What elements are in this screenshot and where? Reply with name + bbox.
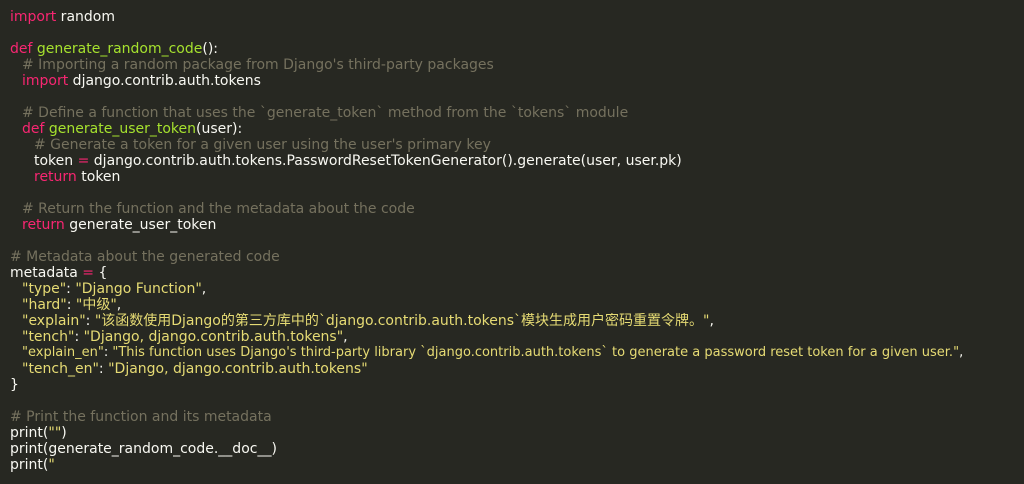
- code-line: def generate_user_token(user):: [10, 121, 1024, 137]
- code-text: {: [98, 265, 108, 281]
- dict-key: "tench_en": [22, 361, 99, 377]
- code-line: "hard": "中级",: [10, 297, 1024, 313]
- string-literal: "中级": [75, 297, 117, 313]
- dict-key: "hard": [22, 297, 67, 313]
- code-editor[interactable]: import random def generate_random_code()…: [0, 0, 1024, 484]
- code-text: ,: [959, 345, 964, 360]
- code-text: ,: [343, 329, 348, 345]
- dict-key: "explain": [22, 313, 86, 329]
- keyword: return: [22, 217, 65, 233]
- code-text: :: [85, 313, 95, 329]
- code-line: "explain_en": "This function uses Django…: [10, 345, 1024, 361]
- keyword: import: [22, 73, 69, 89]
- code-text: (user):: [196, 121, 243, 137]
- code-line: print(generate_random_code.__doc__): [10, 441, 1024, 457]
- keyword: def: [22, 121, 45, 137]
- code-line: metadata = {: [10, 265, 1024, 281]
- code-line: # Generate a token for a given user usin…: [10, 137, 1024, 153]
- code-text: ,: [116, 297, 122, 313]
- code-text: :: [74, 329, 84, 345]
- string-literal: "": [48, 425, 62, 441]
- code-line: }: [10, 377, 1024, 393]
- comment: # Print the function and its metadata: [10, 409, 272, 425]
- code-text: token: [76, 169, 121, 185]
- code-line: import django.contrib.auth.tokens: [10, 73, 1024, 89]
- code-text: :: [66, 297, 76, 313]
- code-text: generate_user_token: [64, 217, 217, 233]
- code-text: django.contrib.auth.tokens: [68, 73, 261, 89]
- keyword: return: [34, 169, 77, 185]
- code-text: }: [10, 377, 19, 393]
- code-text: :: [98, 361, 109, 377]
- dict-key: "explain_en": [22, 345, 104, 360]
- code-line: "tench_en": "Django, django.contrib.auth…: [10, 361, 1024, 377]
- variable: token: [34, 153, 74, 169]
- keyword: import: [10, 9, 57, 25]
- code-line: # Importing a random package from Django…: [10, 57, 1024, 73]
- code-line: token = django.contrib.auth.tokens.Passw…: [10, 153, 1024, 169]
- dict-key: "type": [22, 281, 67, 297]
- code-text: django.contrib.auth.tokens.PasswordReset…: [93, 153, 682, 169]
- variable: metadata: [10, 265, 78, 281]
- code-line: # Print the function and its metadata: [10, 409, 1024, 425]
- comment: # Importing a random package from Django…: [22, 57, 494, 73]
- comment: # Metadata about the generated code: [10, 249, 280, 265]
- comment: # Define a function that uses the `gener…: [22, 105, 629, 121]
- code-text: ): [61, 425, 67, 441]
- code-line: return generate_user_token: [10, 217, 1024, 233]
- string-literal: "This function uses Django's third-party…: [112, 345, 960, 360]
- string-literal: "该函数使用Django的第三方库中的`django.contrib.auth.…: [94, 313, 710, 329]
- string-literal: "Django, django.contrib.auth.tokens": [83, 329, 344, 345]
- function-name: generate_random_code: [36, 41, 203, 57]
- dict-key: "tench": [22, 329, 75, 345]
- code-line: # Define a function that uses the `gener…: [10, 105, 1024, 121]
- code-line: # Return the function and the metadata a…: [10, 201, 1024, 217]
- code-line: "explain": "该函数使用Django的第三方库中的`django.co…: [10, 313, 1024, 329]
- code-text: ,: [709, 313, 714, 329]
- builtin-function: print: [10, 457, 43, 473]
- string-literal: ": [48, 457, 55, 473]
- string-literal: "Django Function": [75, 281, 202, 297]
- code-text: random: [56, 9, 115, 25]
- code-text: ,: [201, 281, 207, 297]
- code-line: print(": [10, 457, 1024, 473]
- code-line: return token: [10, 169, 1024, 185]
- operator: =: [77, 265, 99, 281]
- keyword: def: [10, 41, 33, 57]
- code-line: print(""): [10, 425, 1024, 441]
- code-line: "tench": "Django, django.contrib.auth.to…: [10, 329, 1024, 345]
- code-line: import random: [10, 9, 1024, 25]
- code-text: ():: [202, 41, 219, 57]
- code-text: :: [66, 281, 76, 297]
- builtin-function: print: [10, 441, 43, 457]
- comment: # Return the function and the metadata a…: [22, 201, 415, 217]
- code-line: "type": "Django Function",: [10, 281, 1024, 297]
- comment: # Generate a token for a given user usin…: [34, 137, 491, 153]
- builtin-function: print: [10, 425, 43, 441]
- code-text: (generate_random_code.__doc__): [42, 441, 277, 457]
- code-line: # Metadata about the generated code: [10, 249, 1024, 265]
- code-line: def generate_random_code():: [10, 41, 1024, 57]
- operator: =: [73, 153, 94, 169]
- string-literal: "Django, django.contrib.auth.tokens": [108, 361, 368, 377]
- function-name: generate_user_token: [48, 121, 196, 137]
